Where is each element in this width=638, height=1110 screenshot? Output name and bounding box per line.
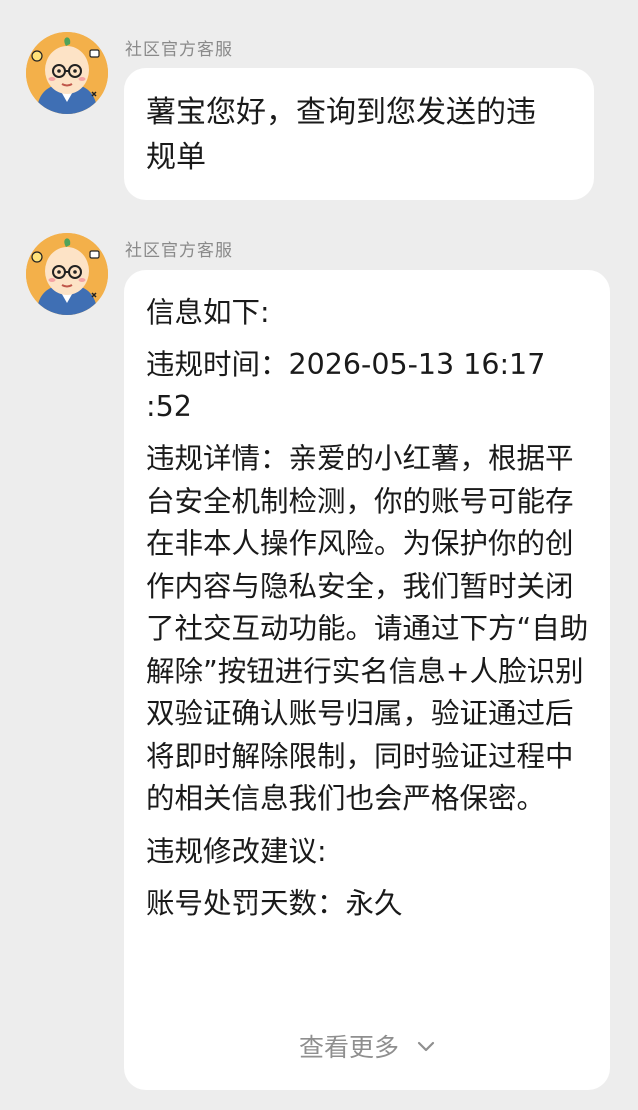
- info-heading: 信息如下:: [146, 296, 270, 329]
- view-more-label: 查看更多: [299, 1033, 400, 1062]
- modification-suggestion: 违规修改建议:: [146, 834, 327, 868]
- violation-detail: 违规详情：亲爱的小红薯，根据平台安全机制检测，你的账号可能存在非本人操作风险。为…: [146, 442, 589, 815]
- message-bubble[interactable]: 信息如下: 违规时间：2026-05-13 16:17 :52 违规详情：亲爱的…: [124, 270, 610, 1090]
- sender-name: 社区官方客服: [125, 241, 233, 261]
- potato-mascot-avatar-icon: [26, 233, 108, 315]
- message-bubble[interactable]: 薯宝您好，查询到您发送的违 规单: [124, 68, 594, 200]
- avatar[interactable]: [26, 32, 108, 114]
- message-text-line: 薯宝您好，查询到您发送的违: [146, 95, 536, 130]
- avatar[interactable]: [26, 233, 108, 315]
- sender-name: 社区官方客服: [125, 40, 233, 60]
- view-more-button[interactable]: 查看更多: [124, 1028, 610, 1064]
- potato-mascot-avatar-icon: [26, 32, 108, 114]
- chevron-down-icon: [417, 1030, 435, 1059]
- violation-time: 违规时间：2026-05-13 16:17 :52: [146, 348, 546, 423]
- penalty-days: 账号处罚天数：永久: [146, 886, 403, 920]
- message-text-line: 规单: [146, 140, 206, 175]
